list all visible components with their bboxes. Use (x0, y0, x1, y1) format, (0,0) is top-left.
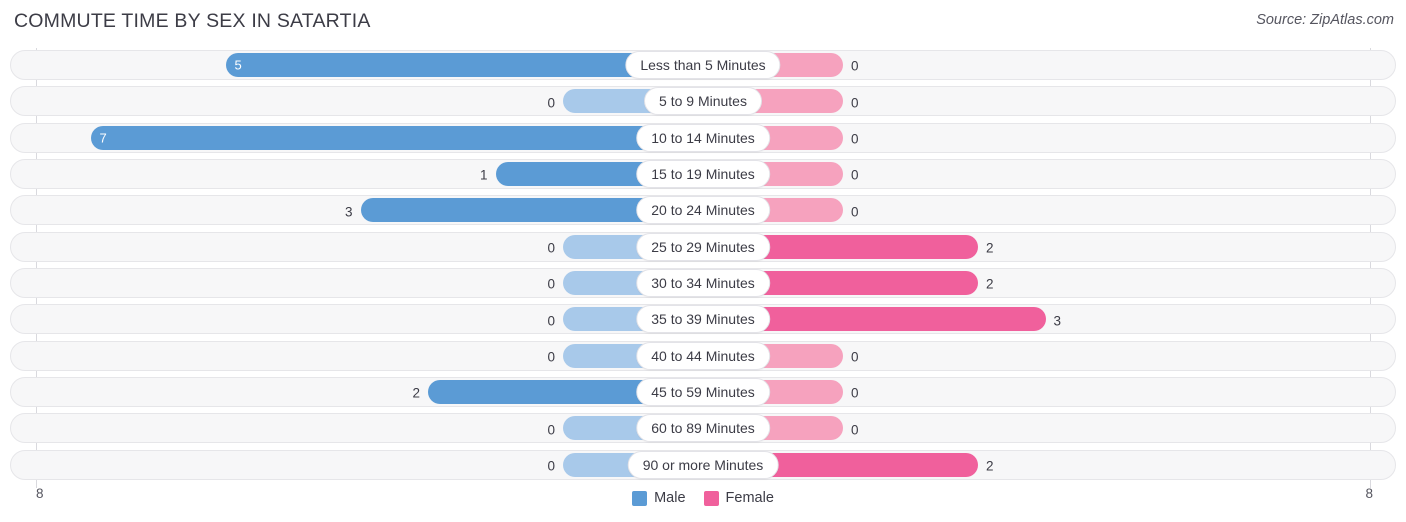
plot-area: 5 0 Less than 5 Minutes 0 0 5 to 9 Minutes 7 0 1… (0, 48, 1406, 488)
category-label-pill[interactable]: 60 to 89 Minutes (636, 414, 770, 443)
legend-swatch-male-icon (632, 490, 648, 506)
bar-value-male: 0 (547, 349, 555, 365)
bar-value-female: 0 (851, 131, 859, 147)
bar-value-male: 1 (479, 167, 488, 183)
bar-male[interactable]: 7 (90, 125, 703, 150)
table-row: 1 0 15 to 19 Minutes (0, 157, 1406, 193)
bar-value-male: 5 (234, 57, 242, 73)
category-label-pill[interactable]: 90 or more Minutes (627, 450, 779, 479)
bar-value-female: 0 (851, 349, 859, 365)
chart-axis: 8 8 Male Female (0, 484, 1406, 522)
bar-value-male: 0 (547, 240, 555, 256)
table-row: 3 0 20 to 24 Minutes (0, 193, 1406, 229)
bar-value-female: 2 (986, 240, 994, 256)
bar-value-male: 0 (547, 94, 555, 110)
bar-value-male: 3 (344, 203, 353, 219)
bar-value-male: 0 (547, 421, 555, 437)
category-label-pill[interactable]: Less than 5 Minutes (625, 51, 781, 79)
category-label-pill[interactable]: 35 to 39 Minutes (636, 305, 770, 334)
commute-time-chart: COMMUTE TIME BY SEX IN SATARTIA Source: … (0, 0, 1406, 522)
bar-value-female: 3 (1053, 312, 1062, 328)
table-row: 0 3 35 to 39 Minutes (0, 302, 1406, 338)
table-row: 2 0 45 to 59 Minutes (0, 375, 1406, 411)
legend-label-male: Male (654, 490, 686, 506)
chart-header: COMMUTE TIME BY SEX IN SATARTIA Source: … (0, 0, 1406, 44)
page-title: COMMUTE TIME BY SEX IN SATARTIA (14, 10, 371, 32)
source-attribution: Source: ZipAtlas.com (1256, 12, 1394, 28)
category-label-pill[interactable]: 25 to 29 Minutes (636, 232, 770, 261)
table-row: 5 0 Less than 5 Minutes (0, 48, 1406, 84)
table-row: 0 0 60 to 89 Minutes (0, 411, 1406, 447)
legend-label-female: Female (725, 490, 774, 506)
legend-swatch-female-icon (703, 490, 719, 506)
table-row: 0 2 25 to 29 Minutes (0, 230, 1406, 266)
legend-item-female[interactable]: Female (703, 490, 774, 506)
bar-value-female: 0 (851, 167, 859, 183)
bar-value-male: 2 (412, 385, 420, 401)
table-row: 0 0 5 to 9 Minutes (0, 84, 1406, 120)
category-label-pill[interactable]: 20 to 24 Minutes (636, 196, 770, 225)
bar-value-female: 0 (851, 421, 859, 437)
chart-legend: Male Female (0, 490, 1406, 506)
category-label-pill[interactable]: 30 to 34 Minutes (636, 269, 770, 298)
bar-value-female: 2 (986, 458, 994, 474)
bar-value-female: 0 (851, 94, 859, 110)
bar-value-male: 0 (547, 458, 555, 474)
table-row: 0 0 40 to 44 Minutes (0, 339, 1406, 375)
table-row: 0 2 90 or more Minutes (0, 448, 1406, 484)
category-label-pill[interactable]: 10 to 14 Minutes (636, 123, 770, 152)
bar-value-male: 0 (547, 312, 555, 328)
bar-value-female: 0 (851, 203, 859, 219)
category-label-pill[interactable]: 45 to 59 Minutes (636, 378, 770, 407)
bar-value-female: 0 (851, 58, 859, 74)
table-row: 0 2 30 to 34 Minutes (0, 266, 1406, 302)
legend-item-male[interactable]: Male (632, 490, 686, 506)
category-label-pill[interactable]: 5 to 9 Minutes (644, 87, 762, 116)
category-label-pill[interactable]: 40 to 44 Minutes (636, 341, 770, 370)
bar-value-female: 0 (851, 385, 859, 401)
bar-value-male: 7 (99, 130, 107, 146)
category-label-pill[interactable]: 15 to 19 Minutes (636, 160, 770, 189)
bar-value-male: 0 (547, 276, 555, 292)
table-row: 7 0 10 to 14 Minutes (0, 121, 1406, 157)
bar-rows: 5 0 Less than 5 Minutes 0 0 5 to 9 Minutes 7 0 1… (0, 48, 1406, 484)
bar-value-female: 2 (986, 276, 994, 292)
